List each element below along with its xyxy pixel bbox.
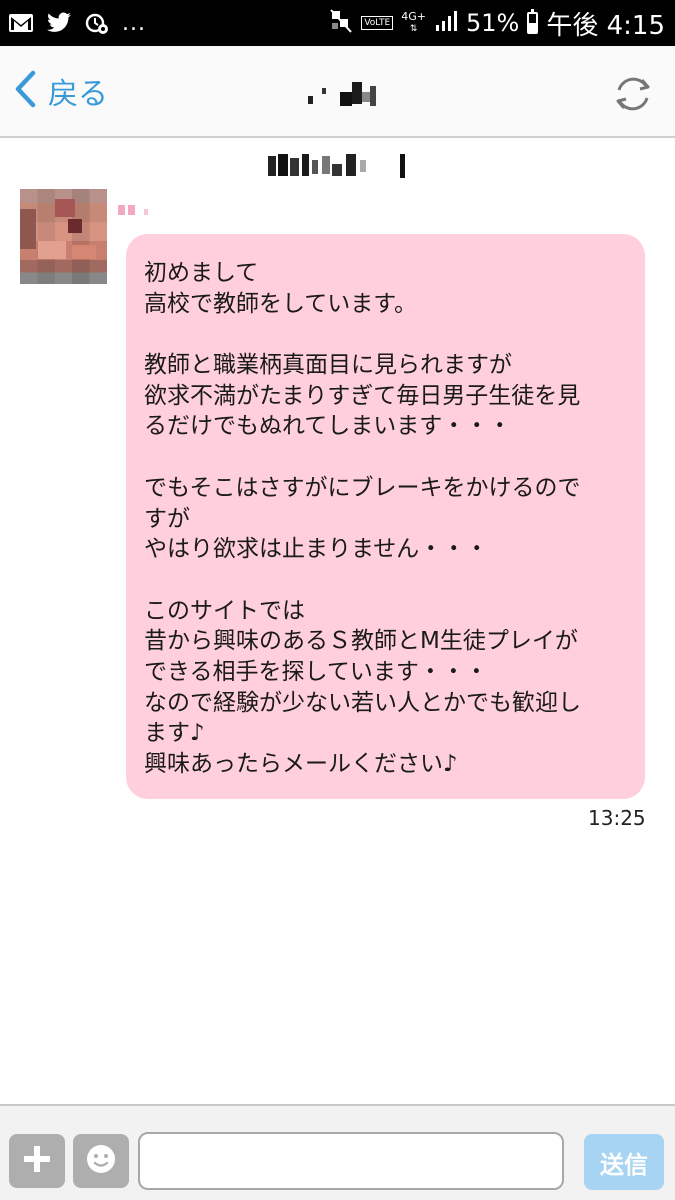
alarm-settings-icon <box>84 10 110 36</box>
message-line: 興味あったらメールください♪ <box>144 751 458 777</box>
gmail-icon <box>8 13 34 33</box>
mute-icon <box>329 8 353 38</box>
message-line: 昔から興味のあるＳ教師とM生徒プレイが <box>144 628 578 655</box>
sender-name-pixelated <box>118 202 154 216</box>
message-time: 13:25 <box>588 806 646 830</box>
message-line: このサイトでは <box>144 597 305 624</box>
message-line <box>144 319 625 350</box>
message-line <box>144 442 625 473</box>
sender-avatar-pixelated[interactable] <box>20 189 107 284</box>
sender-title-pixelated <box>268 150 413 182</box>
message-line: るだけでもぬれてしまいます・・・ <box>144 413 512 440</box>
status-bar-system: VoLTE 4G+ ⇅ 51% 午後 4:15 <box>321 6 665 41</box>
reload-icon <box>609 77 657 122</box>
battery-level-fill <box>529 22 537 32</box>
back-button[interactable]: 戻る <box>14 68 108 114</box>
emoji-button[interactable] <box>73 1134 129 1188</box>
message-line: 欲求不満がたまりすぎて毎日男子生徒を見 <box>144 382 581 409</box>
message-line: 初めまして <box>144 260 259 286</box>
battery-icon <box>527 9 539 34</box>
status-bar: ... VoLTE 4G+ ⇅ 51% 午後 4:15 <box>0 0 675 46</box>
smiley-icon <box>85 1143 117 1179</box>
message-line: なので経験が少ない若い人とかでも歓迎し <box>144 689 581 716</box>
send-button[interactable]: 送信 <box>584 1134 664 1190</box>
chat-header: 戻る <box>0 46 675 138</box>
message-line: ます♪ <box>144 720 205 747</box>
message-bubble[interactable]: 初めまして高校で教師をしています。教師と職業柄真面目に見られますが欲求不満がたま… <box>126 234 645 799</box>
back-label: 戻る <box>48 77 108 112</box>
battery-percent: 51% <box>466 9 520 37</box>
network-type: 4G+ ⇅ <box>401 10 426 35</box>
message-input-bar: 送信 <box>0 1104 675 1200</box>
reload-button[interactable] <box>609 70 657 118</box>
add-attachment-button[interactable] <box>9 1134 65 1188</box>
signal-icon <box>434 9 458 37</box>
message-line: 高校で教師をしています。 <box>144 290 418 317</box>
status-time: 午後 4:15 <box>546 10 665 41</box>
network-type-label: 4G+ <box>401 10 426 23</box>
message-line: でもそこはさすがにブレーキをかけるので <box>144 474 581 501</box>
plus-icon <box>22 1144 52 1178</box>
more-notifications-indicator: ... <box>122 10 146 36</box>
message-line <box>144 565 625 596</box>
contact-name-pixelated <box>300 74 390 110</box>
message-line: やはり欲求は止まりません・・・ <box>144 536 489 563</box>
volte-badge: VoLTE <box>361 16 394 30</box>
message-line: 教師と職業柄真面目に見られますが <box>144 352 512 379</box>
status-bar-notifications: ... <box>8 8 146 38</box>
twitter-icon <box>46 12 72 34</box>
message-line: できる相手を探しています・・・ <box>144 658 488 685</box>
message-line: すが <box>144 505 190 532</box>
chevron-left-icon <box>14 70 36 112</box>
message-input[interactable] <box>138 1132 564 1190</box>
